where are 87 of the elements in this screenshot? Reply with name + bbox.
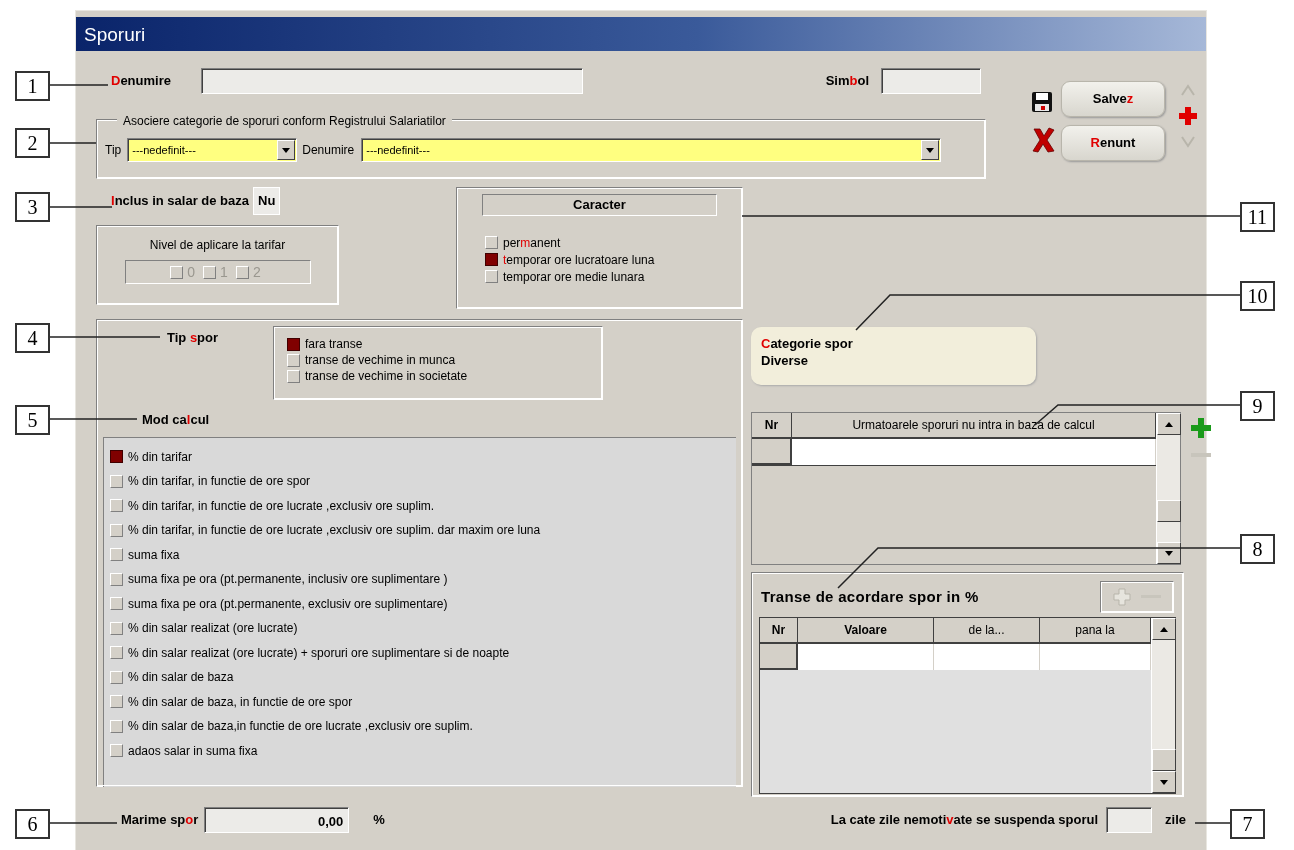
symbol-input[interactable]: [881, 68, 981, 94]
radio-label: % din salar realizat (ore lucrate) + sporuri ore suplimentare si de noapte: [128, 644, 510, 662]
scrollbar[interactable]: [1151, 618, 1175, 793]
amount-input[interactable]: 0,00: [204, 807, 350, 833]
unit-label: zile: [1165, 811, 1186, 830]
column-header: pana la: [1040, 618, 1151, 644]
callout-number: 6: [15, 809, 50, 839]
name-input[interactable]: [201, 68, 583, 94]
days-input[interactable]: [1106, 807, 1153, 833]
field-label: Simbol: [825, 72, 869, 91]
callout-number: 10: [1240, 281, 1275, 311]
callout-number: 11: [1240, 202, 1275, 232]
callout-number: 3: [15, 192, 50, 222]
checkbox-label: 2: [252, 262, 261, 282]
callout-number: 5: [15, 405, 50, 435]
scroll-thumb[interactable]: [1157, 500, 1181, 522]
field-label: Mod calcul: [142, 411, 210, 429]
leader-line: [49, 822, 118, 824]
field-label: Marime spor: [121, 811, 199, 830]
field-label: Inclus in salar de baza: [111, 192, 249, 211]
radio-label: fara transe: [305, 336, 363, 353]
leader-line: [49, 142, 97, 144]
callout-number: 9: [1240, 391, 1275, 421]
radio-label: % din salar realizat (ore lucrate): [128, 620, 298, 638]
column-header: Urmatoarele sporuri nu intra in baza de calcul: [792, 413, 1156, 439]
panel-title: Transe de acordare spor in %: [761, 586, 979, 607]
radio-label: suma fixa: [128, 546, 180, 564]
field-label: La cate zile nemotivate se suspenda sporul: [830, 811, 1099, 830]
column-header: Nr: [760, 618, 798, 644]
scroll-down-button[interactable]: [1152, 771, 1176, 793]
callout-number: 4: [15, 323, 50, 353]
field-label: Denumire: [111, 72, 172, 91]
checkbox-label: 1: [220, 262, 228, 282]
down-arrow-icon: [1164, 548, 1174, 558]
close-icon: [1031, 127, 1056, 153]
radio-label: % din tarifar: [128, 448, 193, 466]
column-header: Nr: [752, 413, 792, 439]
radio-label: permanent: [503, 234, 561, 252]
scroll-up-button[interactable]: [1152, 618, 1176, 640]
radio-label: temporar ore lucratoare luna: [503, 251, 655, 269]
field-label: Tip: [105, 142, 122, 159]
caret-icon: [281, 145, 292, 155]
dropdown-field[interactable]: ---nedefinit---: [127, 138, 298, 162]
scroll-down-button[interactable]: [1157, 542, 1181, 564]
radio-label: suma fixa pe ora (pt.permanente, exclusiv ore suplimentare): [128, 595, 448, 613]
radio-label: % din tarifar, in functie de ore lucrate ,exclusiv ore suplim. dar maxim ore luna: [128, 522, 541, 540]
radio-button[interactable]: [485, 253, 498, 266]
checkbox-label: 0: [187, 262, 196, 282]
category-value: Diverse: [761, 352, 809, 369]
radio-label: suma fixa pe ora (pt.permanente, inclusiv ore suplimentare ): [128, 571, 448, 589]
radio-label: % din tarifar, in functie de ore spor: [128, 473, 311, 491]
value-display: Nu: [253, 187, 281, 215]
radio-label: adaos salar in suma fixa: [128, 742, 258, 760]
scroll-up-button[interactable]: [1157, 413, 1181, 435]
cancel-button[interactable]: Renunt: [1061, 125, 1165, 161]
radio-label: % din salar de baza, in functie de ore spor: [128, 693, 353, 711]
group-header: Caracter: [482, 194, 717, 216]
down-arrow-icon: [1159, 777, 1169, 787]
dropdown-field[interactable]: ---nedefinit---: [361, 138, 942, 162]
callout-number: 8: [1240, 534, 1275, 564]
radio-label: transe de vechime in societate: [305, 368, 468, 385]
callout-number: 7: [1230, 809, 1265, 839]
leader-line: [1194, 822, 1231, 824]
radio-label: % din tarifar, in functie de ore lucrate ,exclusiv ore suplim.: [128, 497, 435, 515]
plus-icon[interactable]: [1179, 107, 1197, 125]
radio-button[interactable]: [287, 337, 300, 351]
caret-icon: [925, 145, 936, 155]
field-label: Tip spor: [167, 329, 220, 347]
radio-label: temporar ore medie lunara: [503, 268, 645, 286]
leader-line: [49, 84, 109, 86]
leader-line: [49, 206, 113, 208]
field-label: Denumire: [302, 142, 355, 159]
radio-button[interactable]: [110, 450, 123, 464]
callout-number: 1: [15, 71, 50, 101]
column-header: de la...: [934, 618, 1040, 644]
window-title: Sporuri: [76, 17, 1206, 51]
scrollbar[interactable]: [1156, 413, 1180, 564]
group-title: Nivel de aplicare la tarifar: [148, 237, 287, 254]
radio-label: % din salar de baza,in functie de ore lucrate ,exclusiv ore suplim.: [128, 718, 473, 736]
save-button[interactable]: Salvez: [1061, 81, 1165, 117]
column-header: Valoare: [798, 618, 934, 644]
scroll-thumb[interactable]: [1152, 749, 1176, 771]
radio-label: transe de vechime in munca: [305, 352, 456, 369]
callout-number: 2: [15, 128, 50, 158]
unit-label: %: [373, 811, 385, 830]
category-label: Categorie spor: [761, 335, 854, 352]
radio-label: % din salar de baza: [128, 669, 234, 687]
